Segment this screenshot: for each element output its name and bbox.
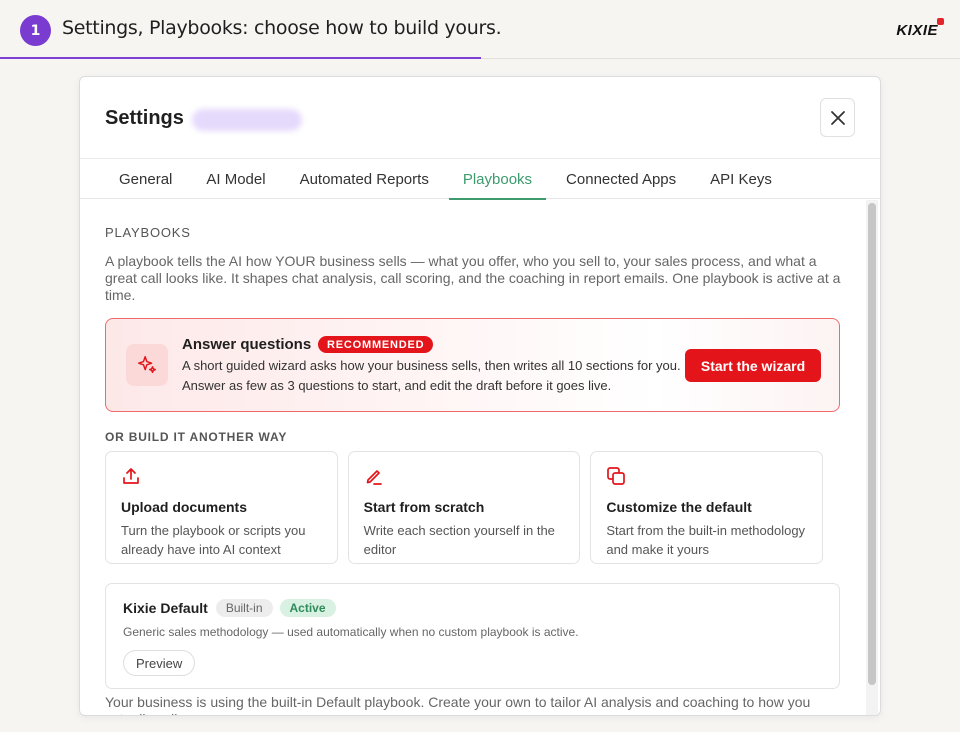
- sparkle-icon: [126, 344, 168, 386]
- modal-header: Settings: [80, 77, 880, 159]
- default-playbook-card: Kixie Default Built-in Active Generic sa…: [105, 583, 840, 689]
- copy-icon: [606, 466, 807, 488]
- preview-button[interactable]: Preview: [123, 650, 196, 676]
- guide-title: Settings, Playbooks: choose how to build…: [62, 17, 502, 39]
- step-badge: 1: [20, 15, 51, 46]
- wizard-description-line1: A short guided wizard asks how your busi…: [182, 358, 681, 373]
- upload-icon: [121, 466, 322, 488]
- card-title: Customize the default: [606, 499, 752, 515]
- build-options: Upload documents Turn the playbook or sc…: [105, 451, 824, 564]
- tab-ai-model[interactable]: AI Model: [192, 159, 279, 199]
- close-button[interactable]: [820, 98, 855, 137]
- kixie-logo: KIXIE: [896, 18, 944, 39]
- tab-playbooks[interactable]: Playbooks: [448, 159, 547, 200]
- redacted-account-name: [192, 109, 302, 131]
- card-title: Start from scratch: [363, 499, 485, 515]
- start-wizard-button[interactable]: Start the wizard: [685, 349, 821, 382]
- wizard-title: Answer questions: [182, 336, 312, 353]
- playbook-description: Generic sales methodology — used automat…: [123, 625, 579, 639]
- wizard-description-line2: Answer as few as 3 questions to start, a…: [182, 378, 612, 393]
- tab-automated-reports[interactable]: Automated Reports: [286, 159, 443, 199]
- builtin-badge: Built-in: [215, 599, 273, 617]
- tab-connected-apps[interactable]: Connected Apps: [552, 159, 690, 199]
- customize-default-card[interactable]: Customize the default Start from the bui…: [590, 451, 824, 564]
- upload-documents-card[interactable]: Upload documents Turn the playbook or sc…: [105, 451, 338, 564]
- active-badge: Active: [279, 599, 336, 617]
- alt-build-heading: OR BUILD IT ANOTHER WAY: [105, 430, 288, 444]
- pencil-icon: [364, 466, 565, 488]
- section-heading: PLAYBOOKS: [105, 225, 191, 240]
- tab-general[interactable]: General: [105, 159, 186, 199]
- card-title: Upload documents: [121, 499, 248, 515]
- guide-bar: 1 Settings, Playbooks: choose how to bui…: [0, 0, 960, 59]
- scrollbar-thumb[interactable]: [868, 203, 876, 685]
- logo-text: KIXIE: [896, 22, 938, 39]
- card-description: Write each section yourself in the edito…: [363, 523, 555, 557]
- tab-api-keys[interactable]: API Keys: [696, 159, 786, 199]
- playbook-name: Kixie Default: [123, 600, 208, 616]
- playbooks-description: A playbook tells the AI how YOUR busines…: [105, 253, 841, 303]
- card-description: Turn the playbook or scripts you already…: [121, 523, 306, 557]
- start-from-scratch-card[interactable]: Start from scratch Write each section yo…: [347, 451, 581, 564]
- wizard-card: Answer questions RECOMMENDED A short gui…: [105, 318, 840, 412]
- guide-progress-bar: [0, 57, 481, 59]
- settings-modal: Settings General AI Model Automated Repo…: [79, 76, 881, 716]
- modal-title: Settings: [105, 107, 184, 129]
- footer-note: Your business is using the built-in Defa…: [105, 694, 811, 715]
- recommended-badge: RECOMMENDED: [318, 336, 434, 353]
- close-icon: [830, 110, 845, 125]
- playbooks-panel: PLAYBOOKS A playbook tells the AI how YO…: [80, 200, 865, 715]
- card-description: Start from the built-in methodology and …: [606, 523, 806, 557]
- playbook-header: Kixie Default Built-in Active: [123, 599, 822, 617]
- logo-mark-icon: [937, 18, 944, 25]
- settings-tabs: General AI Model Automated Reports Playb…: [80, 159, 880, 200]
